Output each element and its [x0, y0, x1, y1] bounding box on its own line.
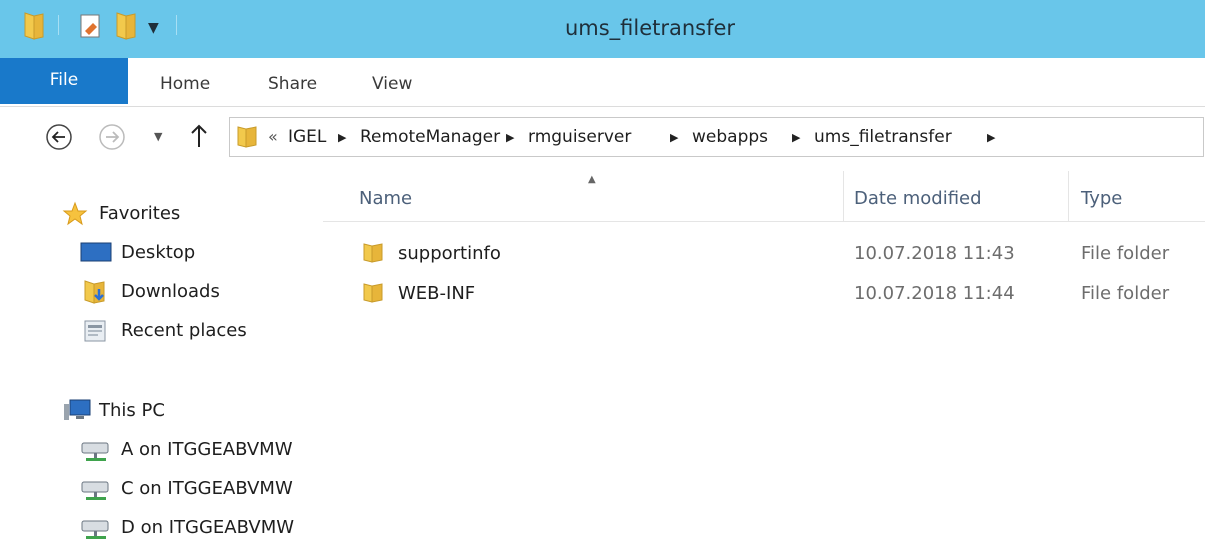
- ribbon: File Home Share View: [0, 58, 1205, 107]
- tab-share[interactable]: Share: [268, 74, 317, 94]
- breadcrumb-chevron-icon[interactable]: ▶: [987, 131, 995, 144]
- sidebar-item-favorites[interactable]: Favorites: [0, 199, 320, 229]
- tab-home[interactable]: Home: [160, 74, 210, 94]
- back-button[interactable]: [44, 122, 74, 156]
- column-header-label: Date modified: [854, 188, 982, 209]
- breadcrumb-chevron-icon[interactable]: ▶: [506, 131, 514, 144]
- up-arrow-icon[interactable]: [190, 123, 208, 153]
- navigation-bar: ▼ « IGEL ▶ RemoteManager ▶ rmguiserver ▶…: [0, 107, 1205, 171]
- sort-ascending-icon: ▲: [588, 174, 596, 185]
- address-bar[interactable]: « IGEL ▶ RemoteManager ▶ rmguiserver ▶ w…: [229, 117, 1204, 157]
- file-row-supportinfo[interactable]: supportinfo 10.07.2018 11:43 File folder: [323, 236, 1205, 272]
- sidebar-item-drive-d[interactable]: D on ITGGEABVMW: [0, 513, 320, 543]
- sidebar-item-recent-places[interactable]: Recent places: [0, 316, 320, 346]
- breadcrumb-ums-filetransfer[interactable]: ums_filetransfer: [814, 127, 952, 147]
- breadcrumb-overflow[interactable]: «: [268, 127, 278, 146]
- column-header-label: Type: [1081, 188, 1123, 209]
- file-name: WEB-INF: [398, 283, 476, 304]
- breadcrumb-webapps[interactable]: webapps: [692, 127, 768, 147]
- sidebar-item-label: Downloads: [121, 281, 220, 302]
- folder-icon: [362, 242, 384, 268]
- file-type: File folder: [1081, 243, 1170, 264]
- network-drive-icon: [80, 479, 112, 507]
- file-type: File folder: [1081, 283, 1170, 304]
- computer-icon: [62, 398, 92, 428]
- downloads-folder-icon: [82, 279, 108, 309]
- sidebar-item-label: Desktop: [121, 242, 196, 263]
- navigation-pane: Favorites Desktop Downloads Recent place…: [0, 171, 320, 552]
- column-header-date-modified[interactable]: Date modified: [844, 171, 1068, 221]
- sidebar-item-downloads[interactable]: Downloads: [0, 277, 320, 307]
- recent-locations-chevron-down-icon[interactable]: ▼: [154, 130, 162, 143]
- folder-icon: [362, 282, 384, 308]
- sidebar-item-drive-c[interactable]: C on ITGGEABVMW: [0, 474, 320, 504]
- sidebar-item-label: Recent places: [121, 320, 247, 341]
- desktop-icon: [80, 242, 112, 268]
- network-drive-icon: [80, 440, 112, 468]
- star-icon: [62, 201, 88, 231]
- breadcrumb-rmguiserver[interactable]: rmguiserver: [528, 127, 631, 147]
- sidebar-item-label: A on ITGGEABVMW: [121, 439, 293, 460]
- breadcrumb-remotemanager[interactable]: RemoteManager: [360, 127, 500, 147]
- breadcrumb-chevron-icon[interactable]: ▶: [670, 131, 678, 144]
- breadcrumb-chevron-icon[interactable]: ▶: [792, 131, 800, 144]
- column-header-type[interactable]: Type: [1069, 171, 1205, 221]
- recent-places-icon: [82, 318, 108, 348]
- breadcrumb-chevron-icon[interactable]: ▶: [338, 131, 346, 144]
- sidebar-item-label: D on ITGGEABVMW: [121, 517, 295, 538]
- window-title: ums_filetransfer: [564, 16, 736, 40]
- file-name: supportinfo: [398, 243, 501, 264]
- network-drive-icon: [80, 518, 112, 546]
- column-header-label: Name: [359, 188, 413, 209]
- sidebar-item-label: Favorites: [99, 203, 181, 224]
- file-row-web-inf[interactable]: WEB-INF 10.07.2018 11:44 File folder: [323, 276, 1205, 312]
- folder-icon: [236, 125, 258, 153]
- column-headers: ▲ Name Date modified Type: [323, 171, 1205, 222]
- sidebar-item-desktop[interactable]: Desktop: [0, 238, 320, 268]
- sidebar-item-label: C on ITGGEABVMW: [121, 478, 293, 499]
- title-bar: ▼ ums_filetransfer: [0, 0, 1205, 58]
- forward-button[interactable]: [97, 122, 127, 156]
- breadcrumb-igel[interactable]: IGEL: [288, 127, 326, 147]
- file-date-modified: 10.07.2018 11:43: [854, 243, 1015, 264]
- sidebar-item-label: This PC: [99, 400, 165, 421]
- column-header-name[interactable]: ▲ Name: [323, 171, 843, 221]
- sidebar-item-this-pc[interactable]: This PC: [0, 396, 320, 426]
- tab-file[interactable]: File: [0, 58, 128, 104]
- tab-view[interactable]: View: [372, 74, 412, 94]
- file-date-modified: 10.07.2018 11:44: [854, 283, 1015, 304]
- sidebar-item-drive-a[interactable]: A on ITGGEABVMW: [0, 435, 320, 465]
